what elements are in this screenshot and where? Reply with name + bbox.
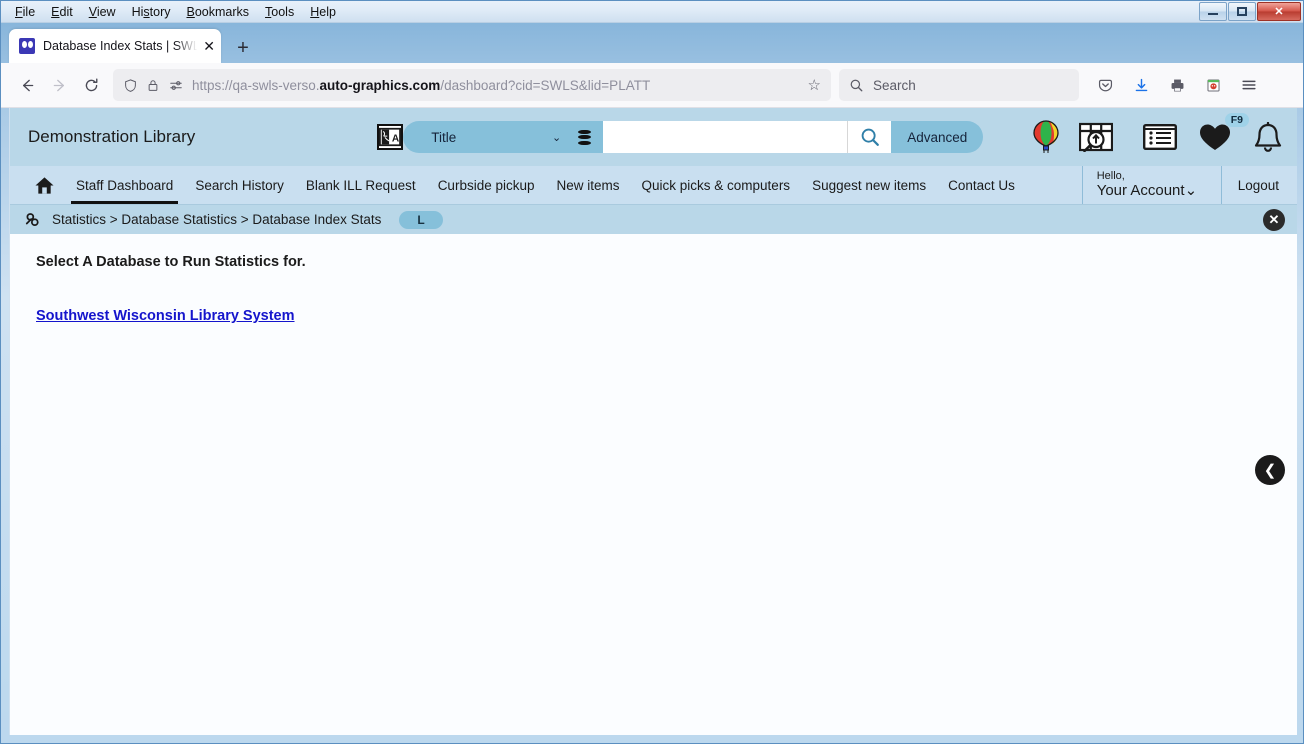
page-viewport: Demonstration Library A Title ⌄ Advanced xyxy=(9,108,1297,735)
nav-item-curbside-pickup[interactable]: Curbside pickup xyxy=(427,166,546,204)
nav-item-contact-us[interactable]: Contact Us xyxy=(937,166,1026,204)
nav-label: Quick picks & computers xyxy=(641,177,791,193)
pocket-icon[interactable] xyxy=(1089,69,1121,101)
extension-icon[interactable] xyxy=(1197,69,1229,101)
favorites-heart-icon[interactable]: F9 xyxy=(1199,112,1249,152)
close-window-button[interactable]: ✕ xyxy=(1257,2,1301,21)
site-nav-menu: Staff Dashboard Search History Blank ILL… xyxy=(10,166,1297,204)
book-search-icon[interactable] xyxy=(1079,122,1114,152)
back-button[interactable] xyxy=(11,69,43,101)
site-search-group: A Title ⌄ Advanced xyxy=(377,121,984,153)
nav-label: Search History xyxy=(195,177,284,193)
chevron-down-icon: ⌄ xyxy=(1184,182,1198,200)
nav-label: Curbside pickup xyxy=(437,177,535,193)
reload-button[interactable] xyxy=(75,69,107,101)
favorites-badge: F9 xyxy=(1224,112,1249,127)
nav-label: Blank ILL Request xyxy=(305,177,416,193)
link-chain-icon xyxy=(24,212,42,228)
menu-tools[interactable]: Tools xyxy=(257,3,302,21)
home-icon[interactable] xyxy=(24,166,65,204)
nav-item-new-items[interactable]: New items xyxy=(546,166,631,204)
page-heading: Select A Database to Run Statistics for. xyxy=(36,254,306,270)
menu-bar: FFileile Edit View History Bookmarks Too… xyxy=(1,1,1303,23)
permissions-icon[interactable] xyxy=(168,78,184,93)
site-header: Demonstration Library A Title ⌄ Advanced xyxy=(10,108,1297,166)
forward-button[interactable] xyxy=(43,69,75,101)
header-icon-group-right: F9 xyxy=(1143,112,1283,153)
browser-window: FFileile Edit View History Bookmarks Too… xyxy=(0,0,1304,744)
menu-view[interactable]: View xyxy=(81,3,124,21)
browser-tab[interactable]: Database Index Stats | SWLS | pla ✕ xyxy=(9,29,221,63)
nav-item-blank-ill-request[interactable]: Blank ILL Request xyxy=(295,166,427,204)
chevron-down-icon: ⌄ xyxy=(552,131,562,144)
bookmark-star-icon[interactable]: ☆ xyxy=(808,76,821,94)
close-tab-icon[interactable]: ✕ xyxy=(203,39,215,53)
main-content: Select A Database to Run Statistics for.… xyxy=(10,234,1297,735)
nav-label: Suggest new items xyxy=(812,177,927,193)
your-account-menu[interactable]: Hello, Your Account⌄ xyxy=(1081,166,1222,204)
logout-button[interactable]: Logout xyxy=(1222,166,1297,204)
account-name: Your Account⌄ xyxy=(1096,182,1198,200)
library-title: Demonstration Library xyxy=(28,127,196,146)
search-icon xyxy=(850,79,863,91)
close-breadcrumb-icon[interactable]: ✕ xyxy=(1263,208,1285,231)
menu-edit[interactable]: Edit xyxy=(43,3,81,21)
balloon-icon[interactable] xyxy=(1031,120,1061,154)
notifications-bell-icon[interactable] xyxy=(1253,121,1283,153)
shield-icon xyxy=(123,78,138,93)
maximize-button[interactable] xyxy=(1228,2,1256,21)
nav-item-suggest-new-items[interactable]: Suggest new items xyxy=(801,166,937,204)
search-input[interactable] xyxy=(603,121,848,153)
database-icon[interactable] xyxy=(578,129,592,145)
browser-search-placeholder: Search xyxy=(873,77,916,93)
menu-bookmarks[interactable]: Bookmarks xyxy=(179,3,258,21)
advanced-search-button[interactable]: Advanced xyxy=(891,121,984,153)
search-scope-value: Title xyxy=(431,129,457,145)
collapse-panel-button[interactable]: ❮ xyxy=(1255,455,1285,485)
breadcrumb-text[interactable]: Statistics > Database Statistics > Datab… xyxy=(52,212,381,227)
new-tab-button[interactable]: + xyxy=(227,33,259,63)
hello-label: Hello, xyxy=(1096,169,1125,182)
url-text: https://qa-swls-verso.auto-graphics.com/… xyxy=(192,77,651,93)
nav-label: New items xyxy=(556,177,620,193)
print-icon[interactable] xyxy=(1161,69,1193,101)
translate-icon[interactable]: A xyxy=(377,124,404,150)
app-menu-icon[interactable] xyxy=(1233,69,1265,101)
header-icon-group-left xyxy=(1031,120,1114,154)
tab-title: Database Index Stats | SWLS | pla xyxy=(43,39,202,53)
location-pill-badge[interactable]: L xyxy=(399,210,443,229)
menu-help[interactable]: Help xyxy=(302,3,344,21)
svg-text:A: A xyxy=(392,134,400,145)
downloads-icon[interactable] xyxy=(1125,69,1157,101)
nav-item-quick-picks-computers[interactable]: Quick picks & computers xyxy=(631,166,802,204)
breadcrumb-bar: Statistics > Database Statistics > Datab… xyxy=(10,204,1297,234)
browser-toolbar: https://qa-swls-verso.auto-graphics.com/… xyxy=(1,63,1303,108)
favicon-icon xyxy=(19,38,35,54)
search-submit-button[interactable] xyxy=(847,121,892,153)
account-area: Hello, Your Account⌄ Logout xyxy=(1081,166,1297,204)
nav-item-staff-dashboard[interactable]: Staff Dashboard xyxy=(65,166,184,204)
minimize-button[interactable] xyxy=(1199,2,1227,21)
nav-label: Staff Dashboard xyxy=(76,177,174,193)
url-bar[interactable]: https://qa-swls-verso.auto-graphics.com/… xyxy=(113,69,831,101)
browser-search-box[interactable]: Search xyxy=(839,69,1079,101)
database-link-southwest-wisconsin[interactable]: Southwest Wisconsin Library System xyxy=(36,308,295,324)
list-view-icon[interactable] xyxy=(1143,124,1177,150)
menu-history[interactable]: History xyxy=(124,3,179,21)
nav-item-search-history[interactable]: Search History xyxy=(184,166,295,204)
window-controls: ✕ xyxy=(1199,2,1301,21)
search-scope-select[interactable]: Title ⌄ xyxy=(403,121,604,153)
menu-file[interactable]: FFileile xyxy=(7,3,43,21)
tab-strip: Database Index Stats | SWLS | pla ✕ + xyxy=(1,23,1303,63)
lock-icon xyxy=(146,78,160,93)
browser-toolbar-icons xyxy=(1089,69,1265,101)
nav-label: Contact Us xyxy=(948,177,1015,193)
